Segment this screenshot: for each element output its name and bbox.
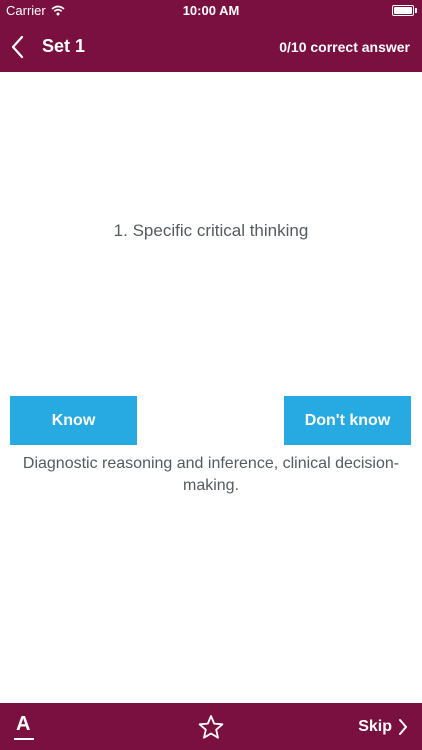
- nav-bar: Set 1 0/10 correct answer: [0, 22, 422, 72]
- status-time: 10:00 AM: [182, 3, 240, 18]
- favorite-button[interactable]: [198, 714, 224, 740]
- skip-button[interactable]: Skip: [358, 715, 408, 739]
- status-bar: Carrier 10:00 AM: [0, 0, 422, 22]
- answer-text: Diagnostic reasoning and inference, clin…: [22, 455, 400, 494]
- chevron-right-icon: [399, 719, 407, 735]
- battery-icon: [392, 5, 414, 16]
- chevron-left-icon: [11, 35, 24, 59]
- skip-label: Skip: [358, 718, 392, 735]
- back-button[interactable]: [8, 34, 28, 60]
- know-button[interactable]: Know: [10, 396, 137, 445]
- app-header: Carrier 10:00 AM Set 1 0/10 correct answ…: [0, 0, 422, 72]
- question-text: 1. Specific critical thinking: [113, 221, 309, 240]
- font-size-icon: A: [16, 713, 31, 735]
- bottom-toolbar: A Skip: [0, 703, 422, 750]
- font-size-button[interactable]: A: [14, 713, 36, 741]
- battery-tip: [415, 8, 417, 13]
- star-icon: [198, 715, 224, 739]
- font-underline: [14, 738, 34, 740]
- page-title: Set 1: [42, 36, 86, 56]
- score-counter: 0/10 correct answer: [279, 39, 410, 55]
- dont-know-button[interactable]: Don't know: [284, 396, 411, 445]
